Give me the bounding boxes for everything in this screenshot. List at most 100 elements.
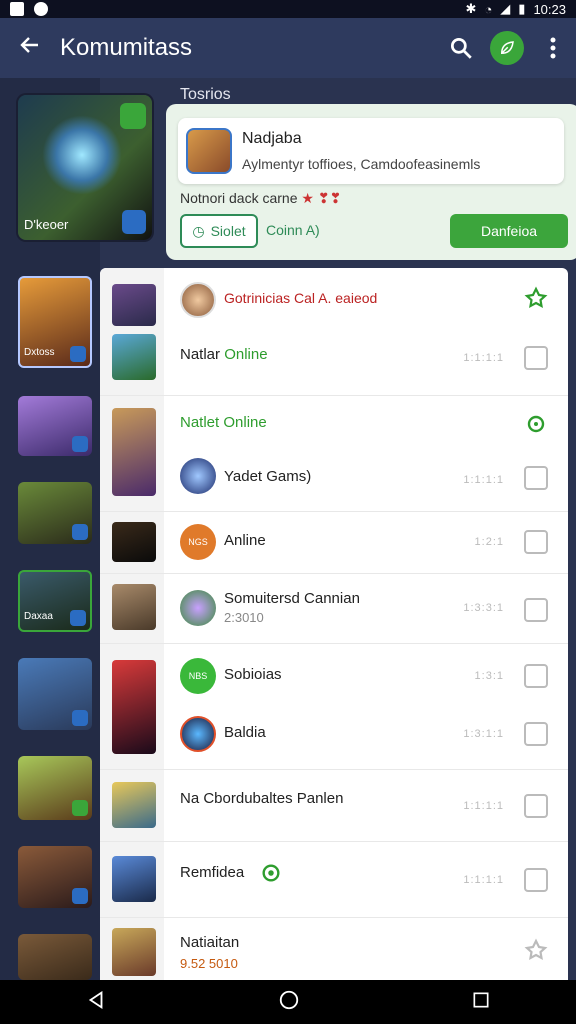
thumb-label: Dxtoss <box>24 347 55 358</box>
hero-artwork <box>42 115 122 195</box>
row-title: Na Cbordubaltes Panlen <box>180 790 344 807</box>
card-subtitle: Notnori dack carne ★ ❣❣ <box>180 190 341 207</box>
game-thumb[interactable] <box>18 482 92 544</box>
star-icon[interactable] <box>524 286 548 310</box>
game-thumb <box>112 522 156 562</box>
list-item[interactable]: Gotrinicias Cal A. eaieod Natlar Online … <box>100 268 568 396</box>
thumb-label: Daxaa <box>24 611 53 622</box>
tool-badge-icon <box>70 610 86 626</box>
row-title-main: Natlar <box>180 346 221 363</box>
game-thumb[interactable]: Dxtoss <box>18 276 92 368</box>
edit-icon[interactable] <box>524 346 548 370</box>
edit-icon[interactable] <box>524 530 548 554</box>
game-thumb[interactable] <box>18 846 92 908</box>
row-meta: 1:3:1 <box>474 670 504 682</box>
list-item[interactable]: NBS Sobioias 1:3:1 Baldia 1:3:1:1 <box>100 644 568 770</box>
row-meta: 1:3:1:1 <box>463 728 504 740</box>
game-thumb[interactable] <box>18 756 92 820</box>
profile-description: Aylmentyr toffioes, Camdoofeasinemls <box>242 156 481 172</box>
row-title-status: Online <box>224 346 268 363</box>
avatar <box>186 128 232 174</box>
row-meta: 1:1:1:1 <box>463 874 504 886</box>
row-title: Natlar Online <box>180 346 268 363</box>
row-title: Remfidea <box>180 864 245 881</box>
tool-badge-icon <box>70 346 86 362</box>
gear-icon[interactable] <box>524 412 548 436</box>
game-thumb[interactable] <box>18 396 92 456</box>
bluetooth-icon: ✱ <box>465 1 477 16</box>
nav-recents-icon[interactable] <box>471 990 491 1015</box>
wifi-icon: ◔ <box>484 1 493 17</box>
game-thumb[interactable] <box>18 934 92 980</box>
edit-icon[interactable] <box>524 466 548 490</box>
list-item[interactable]: Somuitersd Cannian 2:3010 1:3:3:1 <box>100 574 568 644</box>
game-thumb <box>112 284 156 326</box>
game-thumb <box>112 584 156 630</box>
app-notification-icon <box>34 2 48 16</box>
nav-home-icon[interactable] <box>278 989 300 1016</box>
row-title: Gotrinicias Cal A. eaieod <box>224 290 378 306</box>
row-title: Sobioias <box>224 666 282 683</box>
row-title: Natlet Online <box>180 414 267 431</box>
primary-button[interactable]: Danfeioa <box>450 214 568 248</box>
comment-button[interactable]: Coinn A) <box>266 222 320 238</box>
tool-badge-icon <box>72 800 88 816</box>
list-item[interactable]: Natiaitan 9.52 5010 <box>100 918 568 980</box>
community-list: Gotrinicias Cal A. eaieod Natlar Online … <box>100 268 568 980</box>
edit-icon[interactable] <box>524 868 548 892</box>
list-item[interactable]: Na Cbordubaltes Panlen 1:1:1:1 <box>100 770 568 842</box>
edit-icon[interactable] <box>524 664 548 688</box>
subtitle-text: Notnori dack carne <box>180 190 298 206</box>
leaf-button[interactable] <box>484 25 530 71</box>
select-button[interactable]: ◷ Siolet <box>180 214 258 248</box>
search-icon[interactable] <box>438 25 484 71</box>
game-thumb <box>112 856 156 902</box>
avatar <box>180 282 216 318</box>
tool-badge-icon <box>72 888 88 904</box>
row-title: Yadet Gams) <box>224 468 312 485</box>
more-vert-icon[interactable] <box>530 25 576 71</box>
edit-icon[interactable] <box>524 794 548 818</box>
game-thumb <box>112 660 156 754</box>
recycle-icon <box>260 862 282 884</box>
status-time: 10:23 <box>533 1 566 17</box>
battery-icon: ▮ <box>518 1 526 16</box>
row-meta: 1:1:1:1 <box>463 800 504 812</box>
leaf-icon <box>490 31 524 65</box>
row-title: Anline <box>224 532 266 549</box>
edit-icon[interactable] <box>524 722 548 746</box>
game-thumb[interactable]: Daxaa <box>18 570 92 632</box>
list-item[interactable]: Remfidea 1:1:1:1 <box>100 842 568 918</box>
app-bar: Komumitass <box>0 18 576 78</box>
signal-icon: ◢ <box>500 1 511 16</box>
game-thumb <box>112 408 156 496</box>
row-meta: 1:1:1:1 <box>463 352 504 364</box>
list-item[interactable]: NGS Anline 1:2:1 <box>100 512 568 574</box>
hero-label: D'keoer <box>24 217 69 232</box>
featured-game-tile[interactable]: D'keoer <box>18 95 152 240</box>
list-item[interactable]: Natlet Online Yadet Gams) 1:1:1:1 <box>100 396 568 512</box>
row-meta: 1:1:1:1 <box>463 474 504 486</box>
game-thumb <box>112 334 156 380</box>
game-thumb <box>112 782 156 828</box>
row-meta: 1:3:3:1 <box>463 602 504 614</box>
row-subtitle: 9.52 5010 <box>180 956 238 971</box>
game-thumb[interactable] <box>18 658 92 730</box>
profile-card[interactable]: Nadjaba Aylmentyr toffioes, Camdoofeasin… <box>178 118 564 184</box>
row-meta: 1:2:1 <box>474 536 504 548</box>
tool-badge-icon <box>72 524 88 540</box>
edit-icon[interactable] <box>524 598 548 622</box>
subtitle-accent: ★ ❣❣ <box>301 190 342 206</box>
section-title: Tosrios <box>180 86 231 103</box>
back-arrow-icon[interactable] <box>0 32 60 64</box>
page-title: Komumitass <box>60 34 193 61</box>
status-bar: ✱ ◔ ◢ ▮ 10:23 <box>0 0 576 18</box>
row-title: Somuitersd Cannian <box>224 590 360 607</box>
nav-back-icon[interactable] <box>85 989 107 1016</box>
avatar <box>180 590 216 626</box>
system-nav-bar <box>0 980 576 1024</box>
avatar: NBS <box>180 658 216 694</box>
star-icon[interactable] <box>524 938 548 962</box>
tool-badge-icon <box>72 710 88 726</box>
notification-icon <box>10 2 24 16</box>
